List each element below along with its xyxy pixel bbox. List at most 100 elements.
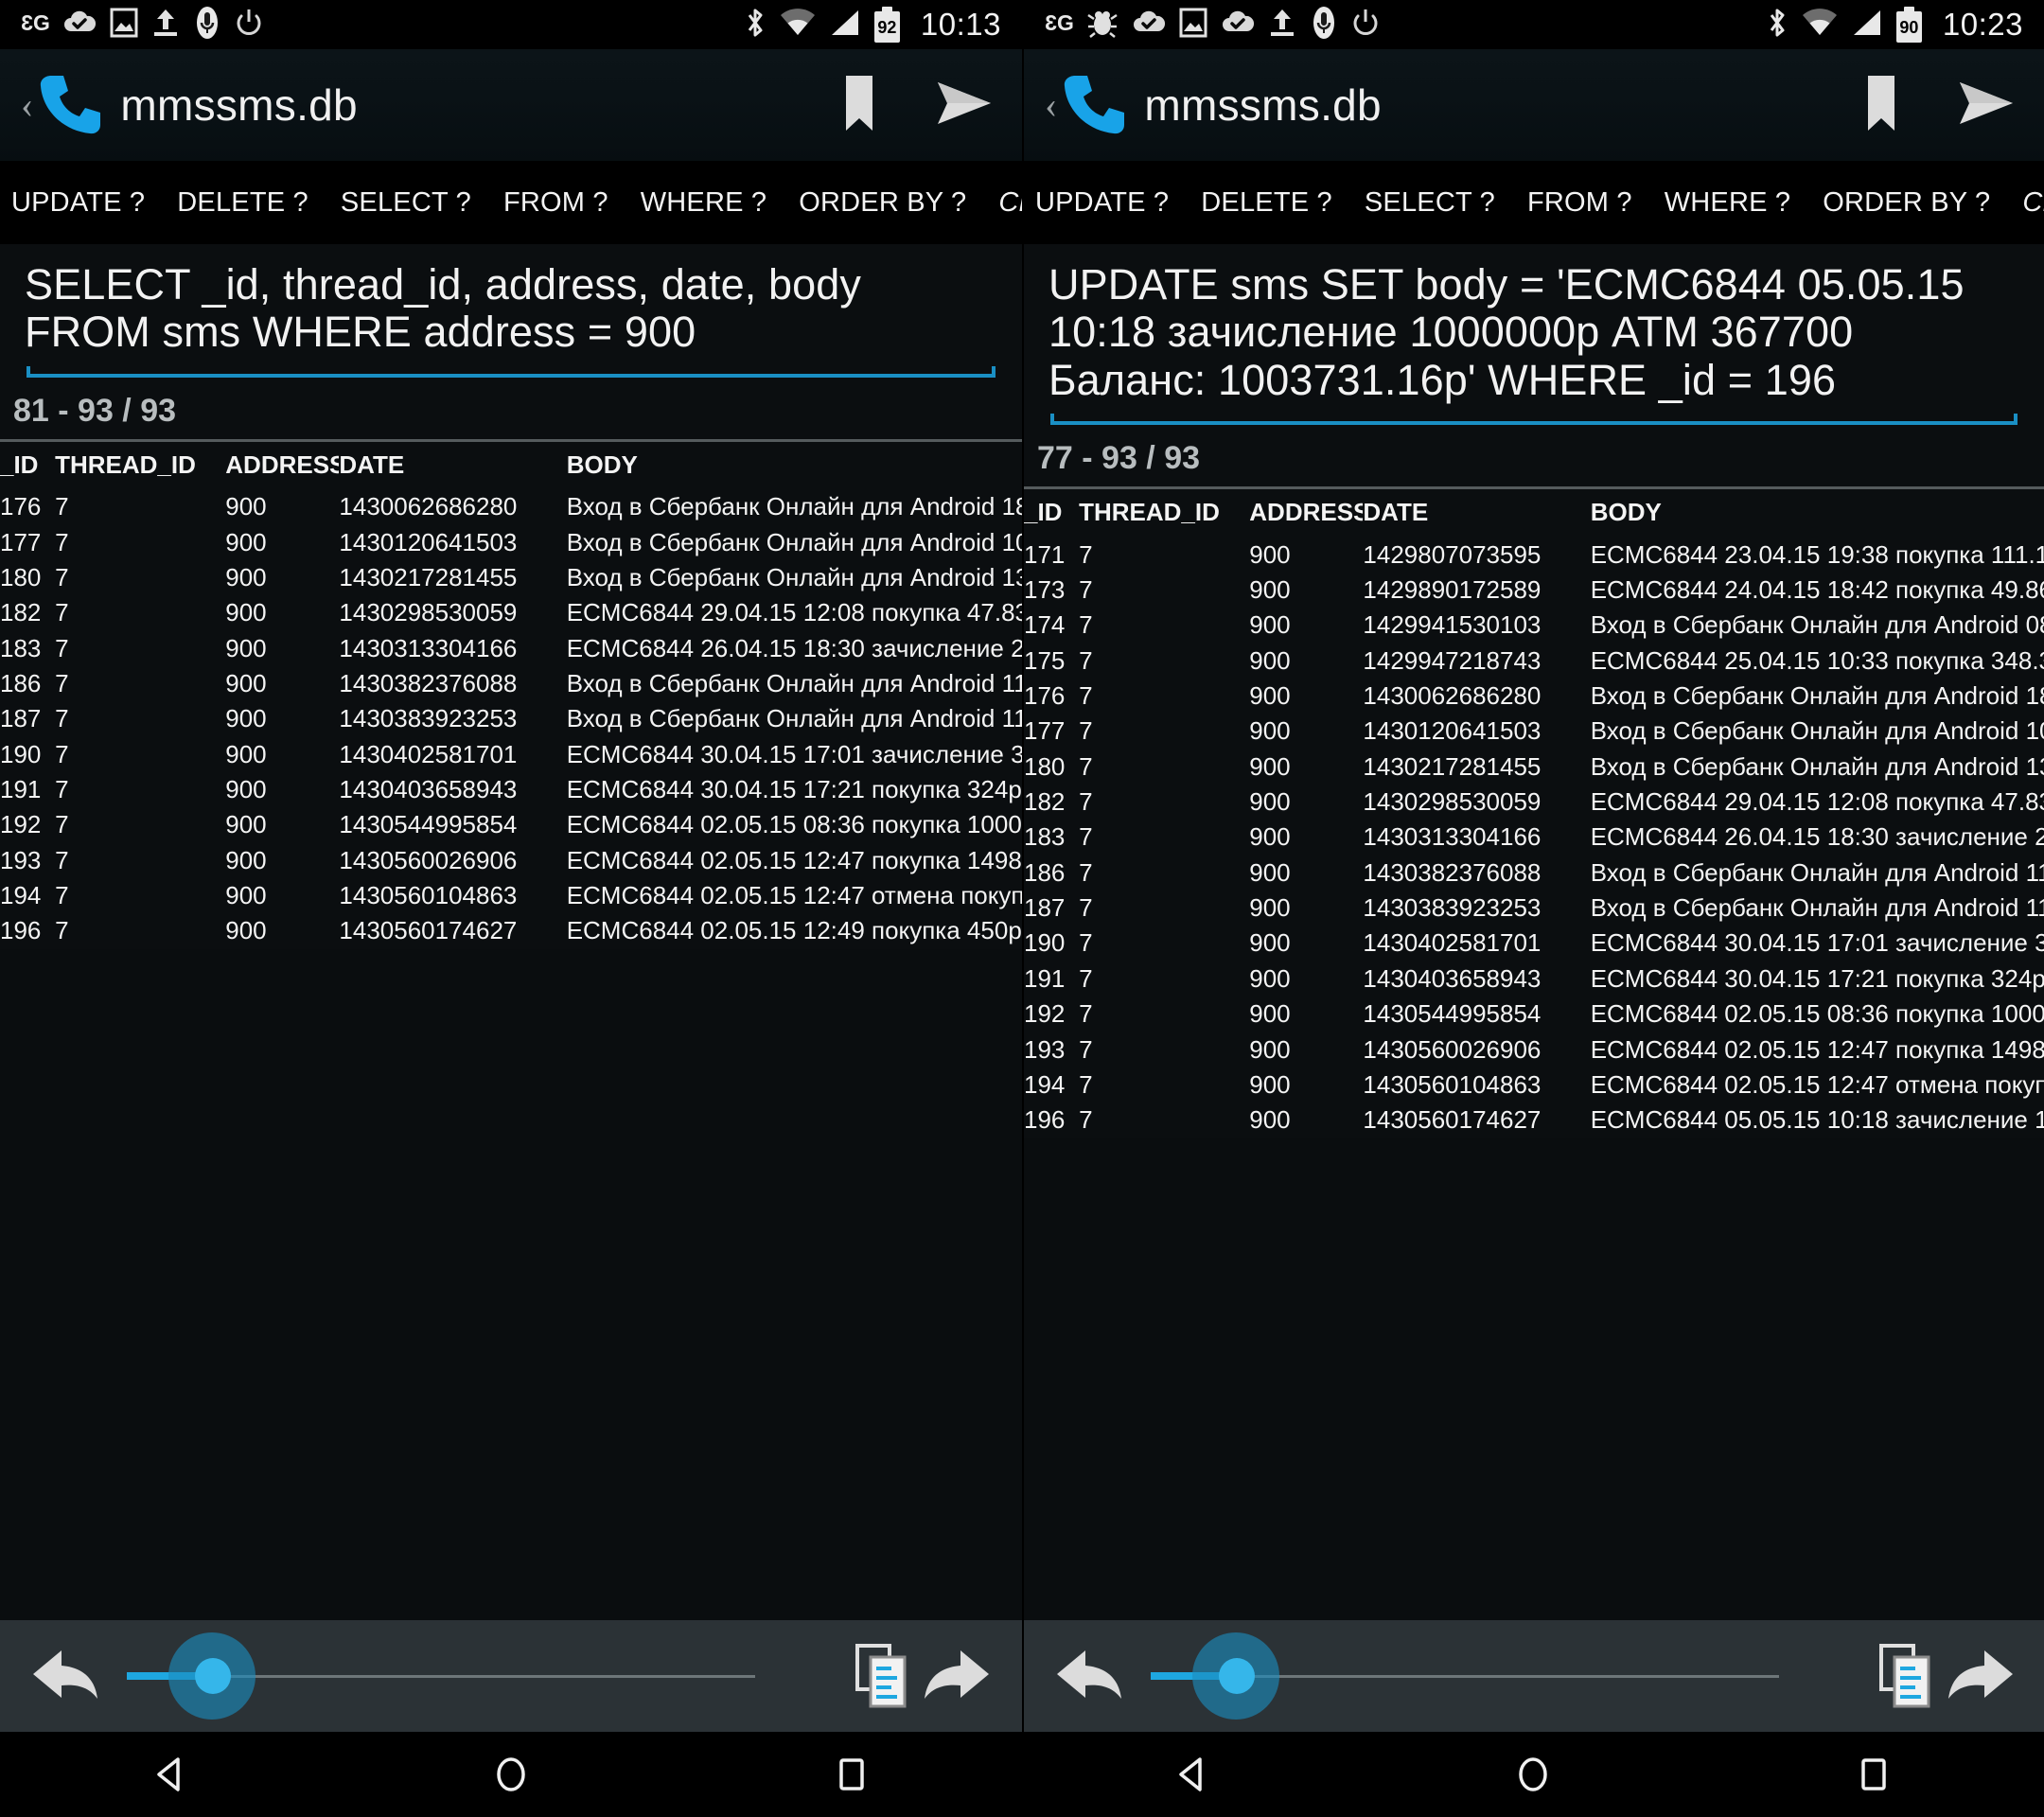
table-row[interactable]: 177 7 900 1430120641503 Вход в Сбербанк Онла… xyxy=(1024,714,2044,749)
table-row[interactable]: 191 7 900 1430403658943 ECMC6844 30.04.15 17… xyxy=(1024,961,2044,997)
phone-icon xyxy=(1063,70,1125,141)
table-row[interactable]: 173 7 900 1429890172589 ECMC6844 24.04.15 18… xyxy=(1024,573,2044,608)
table-row[interactable]: 171 7 900 1429807073595 ECMC6844 23.04.15 19… xyxy=(1024,538,2044,573)
redo-arrow-icon[interactable] xyxy=(920,1639,994,1713)
table-row[interactable]: 196 7 900 1430560174627 ECMC6844 02.05.15 12… xyxy=(0,913,1022,948)
run-query-icon[interactable] xyxy=(935,79,994,132)
query-input[interactable]: SELECT _id, thread_id, address, date, bo… xyxy=(25,260,997,357)
toolbar-orderby-button[interactable]: ORDER BY ? xyxy=(799,187,966,219)
cell-addr: 900 xyxy=(1249,610,1291,640)
table-row[interactable]: 176 7 900 1430062686280 Вход в Сбербанк Онла… xyxy=(1024,679,2044,714)
column-header-date[interactable]: DATE xyxy=(1363,495,1590,537)
table-row[interactable]: 182 7 900 1430298530059 ECMC6844 29.04.15 12… xyxy=(1024,785,2044,820)
table-row[interactable]: 190 7 900 1430402581701 ECMC6844 30.04.15 17… xyxy=(0,737,1022,772)
toolbar-orderby-button[interactable]: ORDER BY ? xyxy=(1823,187,1990,219)
table-row[interactable]: 176 7 900 1430062686280 Вход в Сбербанк Онла… xyxy=(0,489,1022,524)
text-size-slider[interactable] xyxy=(127,1620,821,1732)
copy-paste-icon[interactable] xyxy=(846,1639,920,1713)
cell-body: ECMC6844 25.04.15 10:33 покупка 348.30р … xyxy=(1590,645,2044,675)
table-row[interactable]: 183 7 900 1430313304166 ECMC6844 26.04.15 18… xyxy=(1024,820,2044,855)
run-query-icon[interactable] xyxy=(1957,79,2016,132)
query-input[interactable]: UPDATE sms SET body = 'ECMC6844 05.05.15… xyxy=(1048,260,2019,404)
table-row[interactable]: 175 7 900 1429947218743 ECMC6844 25.04.15 10… xyxy=(1024,644,2044,679)
toolbar-where-button[interactable]: WHERE ? xyxy=(641,187,767,219)
toolbar-clear-button[interactable]: CLEAR xyxy=(998,187,1022,219)
table-row[interactable]: 196 7 900 1430560174627 ECMC6844 05.05.15 10… xyxy=(1024,1103,2044,1138)
svg-text:G: G xyxy=(33,10,49,35)
table-row[interactable]: 180 7 900 1430217281455 Вход в Сбербанк Онла… xyxy=(0,560,1022,595)
nav-recents-icon[interactable] xyxy=(809,1732,894,1817)
cell-body: ECMC6844 02.05.15 12:47 покупка 1498р 21… xyxy=(1590,1034,2044,1064)
results-table-wrapper-right[interactable]: _ID THREAD_ID ADDRESS DATE BODY 171 7 900 1… xyxy=(1024,489,2044,1138)
undo-arrow-icon[interactable] xyxy=(28,1639,102,1713)
toolbar-clear-button[interactable]: CLEAR xyxy=(2022,187,2044,219)
table-row[interactable]: 183 7 900 1430313304166 ECMC6844 26.04.15 18… xyxy=(0,631,1022,666)
redo-arrow-icon[interactable] xyxy=(1944,1639,2018,1713)
app-bar-right: ‹ mmssms.db xyxy=(1024,49,2044,161)
table-row[interactable]: 194 7 900 1430560104863 ECMC6844 02.05.15 12… xyxy=(1024,1067,2044,1103)
table-row[interactable]: 187 7 900 1430383923253 Вход в Сбербанк Онла… xyxy=(0,701,1022,736)
cell-body: Вход в Сбербанк Онлайн для Android 13:34… xyxy=(1590,751,2044,781)
toolbar-delete-button[interactable]: DELETE ? xyxy=(177,187,308,219)
back-chevron-icon[interactable]: ‹ xyxy=(21,86,33,124)
table-row[interactable]: 174 7 900 1429941530103 Вход в Сбербанк Онла… xyxy=(1024,608,2044,643)
table-row[interactable]: 193 7 900 1430560026906 ECMC6844 02.05.15 12… xyxy=(1024,1032,2044,1067)
nav-back-icon[interactable] xyxy=(1150,1732,1235,1817)
column-header-address[interactable]: ADDRESS xyxy=(1249,495,1363,537)
column-header-thread-id[interactable]: THREAD_ID xyxy=(1079,495,1249,537)
column-header-address[interactable]: ADDRESS xyxy=(225,448,339,489)
toolbar-update-button[interactable]: UPDATE ? xyxy=(1035,187,1169,219)
toolbar-from-button[interactable]: FROM ? xyxy=(503,187,608,219)
nav-home-icon[interactable] xyxy=(1490,1732,1576,1817)
results-table: _ID THREAD_ID ADDRESS DATE BODY 176 7 900 1… xyxy=(0,448,1022,949)
column-header-id[interactable]: _ID xyxy=(0,448,55,489)
table-row[interactable]: 192 7 900 1430544995854 ECMC6844 02.05.15 08… xyxy=(0,807,1022,842)
bookmark-icon[interactable] xyxy=(1864,74,1898,137)
nav-home-icon[interactable] xyxy=(468,1732,554,1817)
svg-text:3: 3 xyxy=(21,10,33,35)
toolbar-select-button[interactable]: SELECT ? xyxy=(341,187,471,219)
nav-recents-icon[interactable] xyxy=(1831,1732,1916,1817)
results-table-wrapper-left[interactable]: _ID THREAD_ID ADDRESS DATE BODY 176 7 900 1… xyxy=(0,441,1022,949)
3g-icon: 3G xyxy=(17,9,50,42)
slider-thumb[interactable] xyxy=(195,1658,231,1694)
toolbar-select-button[interactable]: SELECT ? xyxy=(1365,187,1495,219)
status-bar-left: 3G 92 10:13 xyxy=(0,0,1022,49)
nav-back-icon[interactable] xyxy=(128,1732,213,1817)
table-row[interactable]: 190 7 900 1430402581701 ECMC6844 30.04.15 17… xyxy=(1024,926,2044,961)
table-row[interactable]: 187 7 900 1430383923253 Вход в Сбербанк Онла… xyxy=(1024,891,2044,926)
cell-addr: 900 xyxy=(225,492,267,521)
column-header-body[interactable]: BODY xyxy=(567,448,1022,489)
results-table-body-left: 176 7 900 1430062686280 Вход в Сбербанк Онла… xyxy=(0,489,1022,949)
column-header-thread-id[interactable]: THREAD_ID xyxy=(55,448,225,489)
table-row[interactable]: 177 7 900 1430120641503 Вход в Сбербанк Онла… xyxy=(0,525,1022,560)
cell-date: 1430383923253 xyxy=(339,704,518,733)
table-row[interactable]: 186 7 900 1430382376088 Вход в Сбербанк Онла… xyxy=(1024,856,2044,891)
cell-date: 1430560026906 xyxy=(1363,1034,1542,1064)
column-header-id[interactable]: _ID xyxy=(1024,495,1079,537)
table-row[interactable]: 194 7 900 1430560104863 ECMC6844 02.05.15 12… xyxy=(0,878,1022,913)
table-row[interactable]: 193 7 900 1430560026906 ECMC6844 02.05.15 12… xyxy=(0,843,1022,878)
cell-date: 1430062686280 xyxy=(339,492,518,521)
cell-addr: 900 xyxy=(1249,1105,1291,1135)
toolbar-where-button[interactable]: WHERE ? xyxy=(1665,187,1791,219)
toolbar-from-button[interactable]: FROM ? xyxy=(1527,187,1632,219)
status-bar-right: 3G 90 10:23 xyxy=(1024,0,2044,49)
back-chevron-icon[interactable]: ‹ xyxy=(1045,86,1057,124)
copy-paste-icon[interactable] xyxy=(1870,1639,1944,1713)
table-row[interactable]: 180 7 900 1430217281455 Вход в Сбербанк Онла… xyxy=(1024,750,2044,785)
bookmark-icon[interactable] xyxy=(842,74,876,137)
cell-addr: 900 xyxy=(225,775,267,804)
toolbar-update-button[interactable]: UPDATE ? xyxy=(11,187,145,219)
cell-id: 180 xyxy=(0,562,42,591)
column-header-date[interactable]: DATE xyxy=(339,448,566,489)
table-row[interactable]: 191 7 900 1430403658943 ECMC6844 30.04.15 17… xyxy=(0,772,1022,807)
text-size-slider[interactable] xyxy=(1151,1620,1845,1732)
slider-thumb[interactable] xyxy=(1219,1658,1255,1694)
column-header-body[interactable]: BODY xyxy=(1591,495,2044,537)
table-row[interactable]: 192 7 900 1430544995854 ECMC6844 02.05.15 08… xyxy=(1024,997,2044,1032)
table-row[interactable]: 182 7 900 1430298530059 ECMC6844 29.04.15 12… xyxy=(0,595,1022,630)
table-row[interactable]: 186 7 900 1430382376088 Вход в Сбербанк Онла… xyxy=(0,666,1022,701)
undo-arrow-icon[interactable] xyxy=(1052,1639,1126,1713)
toolbar-delete-button[interactable]: DELETE ? xyxy=(1201,187,1332,219)
